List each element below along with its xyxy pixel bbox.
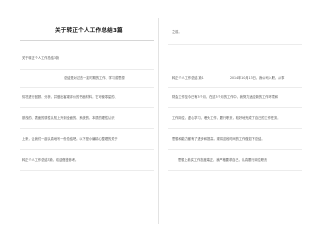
left-line-4: 上来，让我们一起认真地写一份总结吧。以下是小编精心整理的关于: [22, 137, 118, 141]
rule-r5: [168, 170, 302, 171]
title-divider: [20, 40, 154, 41]
rule-r4: [168, 149, 302, 150]
right-heading: 转正个人工作总结 篇1: [172, 76, 204, 80]
rule-r0: [168, 44, 302, 45]
rule-6: [20, 170, 154, 171]
rule-1: [20, 69, 154, 70]
document-page: 关于转正个人工作总结3篇 关于转正个人工作总结3篇 总结是对过去一定时期的工作、…: [0, 0, 320, 226]
rule-3: [20, 107, 154, 108]
column-divider: [158, 18, 159, 224]
left-line-3: 肤浅的、表面的感性认知上升到全面的、系统的、本质的理性认识: [22, 116, 115, 120]
rule-2: [20, 87, 154, 88]
rule-r3: [168, 128, 302, 129]
rule-r1: [168, 87, 302, 88]
left-line-2: 情况进行回顾、分析，并做出客观评价的书面材料，它可使零星的、: [22, 95, 118, 99]
document-title: 关于转正个人工作总结3篇: [55, 28, 123, 34]
rule-4: [20, 128, 154, 129]
right-line-2: 财会工作至今已有3个月，在这3个月的工作中，我努力适应新的工作环境和: [172, 95, 279, 99]
rule-5: [20, 149, 154, 150]
right-line-4: 思想和能力都有了进步和提高，现将这段时间的工作做如下总结。: [172, 137, 265, 141]
left-line-5: 转正个人工作总结3篇，欢迎借鉴参考。: [22, 158, 79, 162]
left-intro: 关于转正个人工作总结3篇: [22, 56, 60, 60]
left-line-1: 总结是对过去一定时期的工作、学习或思想: [64, 76, 125, 80]
right-line-3: 工作岗位，虚心学习，埋头工作，履行职责，较好地完成了自己的工作任务，: [172, 116, 281, 120]
right-top-text: 之前。: [172, 30, 182, 34]
right-line-5: 思想上着实工作态度端正，我严格要求自己，认真履行岗位职责: [178, 158, 268, 162]
rule-r2: [168, 107, 302, 108]
right-line-1: 2014年10月13日，我公司入职，从事: [230, 76, 285, 80]
